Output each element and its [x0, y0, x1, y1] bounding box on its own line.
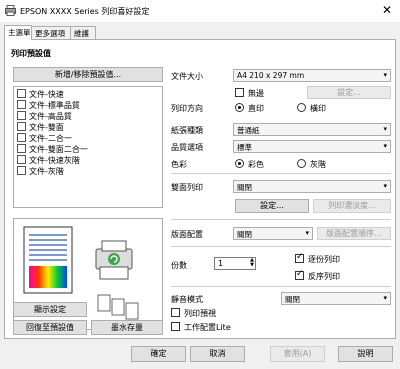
quality-label: 品質選項: [171, 143, 203, 152]
list-item[interactable]: 文件-二合一: [17, 133, 72, 144]
tab-main[interactable]: 主選單: [4, 25, 32, 40]
layout-order-button[interactable]: 版面配置順序...: [317, 227, 391, 240]
list-item[interactable]: 文件-高品質: [17, 111, 72, 122]
duplex-settings-button[interactable]: 設定...: [235, 199, 309, 213]
document-icon: [17, 111, 26, 120]
document-icon: [17, 155, 26, 164]
document-icon: [17, 100, 26, 109]
apply-button[interactable]: 套用(A): [270, 346, 325, 362]
collate-checkbox[interactable]: [295, 252, 304, 263]
grayscale-radio[interactable]: [297, 159, 306, 168]
divider: [171, 246, 391, 247]
reverse-order-label: 反序列印: [308, 272, 340, 281]
two-up-duplex-document-icon: [17, 144, 26, 153]
duplex-document-icon: [17, 122, 26, 131]
portrait-label: 直印: [248, 104, 264, 113]
spinner-arrows-icon[interactable]: ▲ ▼: [250, 258, 254, 268]
show-settings-button[interactable]: 顯示設定: [13, 302, 87, 317]
chevron-down-icon: ▾: [383, 71, 387, 79]
window-title: EPSON XXXX Series 列印喜好設定: [20, 7, 150, 16]
list-item[interactable]: 文件-快速: [17, 89, 64, 100]
job-arranger-checkbox[interactable]: [171, 322, 180, 331]
borderless-label: 無邊: [248, 89, 264, 98]
cancel-button[interactable]: 取消: [190, 346, 245, 362]
paper-type-select[interactable]: 普通紙 ▾: [233, 123, 391, 136]
printer-app-icon: [5, 5, 16, 16]
color-label: 色彩: [171, 160, 187, 169]
ink-levels-button[interactable]: 墨水存量: [91, 320, 163, 335]
print-preview-label: 列印預視: [184, 309, 216, 318]
print-density-button[interactable]: 列印濃淡度...: [313, 199, 391, 213]
divider: [171, 173, 391, 174]
chevron-down-icon: ▾: [383, 142, 387, 150]
restore-defaults-button[interactable]: 回復至預設值: [13, 320, 87, 335]
help-button[interactable]: 說明: [338, 346, 393, 362]
print-preview-checkbox[interactable]: [171, 308, 180, 317]
grayscale-option-label: 灰階: [310, 160, 326, 169]
list-item[interactable]: 文件-快速灰階: [17, 155, 80, 166]
paper-size-label: 文件大小: [171, 72, 203, 81]
layout-select[interactable]: 關閉 ▾: [233, 227, 313, 240]
divider: [171, 219, 391, 220]
layout-label: 版面配置: [171, 230, 203, 239]
list-item[interactable]: 文件-雙面二合一: [17, 144, 88, 155]
list-item[interactable]: 文件-灰階: [17, 166, 64, 177]
borderless-settings-button[interactable]: 設定...: [307, 86, 391, 99]
landscape-label: 橫印: [310, 104, 326, 113]
paper-type-label: 紙張種類: [171, 126, 203, 135]
quiet-mode-select[interactable]: 關閉 ▾: [281, 292, 391, 305]
chevron-down-icon: ▾: [383, 125, 387, 133]
main-panel: 列印預設值 新增/移除預設值... 文件-快速 文件-標準品質 文件-高品質 文…: [4, 39, 396, 339]
divider: [171, 286, 391, 287]
portrait-radio[interactable]: [235, 103, 244, 112]
color-option-label: 彩色: [248, 160, 264, 169]
duplex-label: 雙面列印: [171, 183, 203, 192]
document-icon: [17, 166, 26, 175]
chevron-down-icon: ▾: [383, 182, 387, 190]
preset-list[interactable]: 文件-快速 文件-標準品質 文件-高品質 文件-雙面 文件-二合一 文件-雙面二…: [13, 86, 163, 208]
tab-maintenance[interactable]: 維護: [70, 26, 96, 39]
tab-more-options[interactable]: 更多選項: [31, 26, 71, 39]
title-bar: EPSON XXXX Series 列印喜好設定 ✕: [0, 0, 400, 22]
copies-label: 份數: [171, 261, 187, 270]
list-item[interactable]: 文件-標準品質: [17, 100, 80, 111]
paper-size-select[interactable]: A4 210 x 297 mm ▾: [233, 69, 391, 82]
quality-select[interactable]: 標準 ▾: [233, 140, 391, 153]
collate-label: 逐份列印: [308, 255, 340, 264]
color-radio[interactable]: [235, 159, 244, 168]
chevron-down-icon: ▾: [305, 229, 309, 237]
copies-input[interactable]: 1 ▲ ▼: [214, 257, 256, 270]
preset-header: 列印預設值: [11, 49, 51, 58]
chevron-down-icon: ▾: [383, 294, 387, 302]
close-icon[interactable]: ✕: [382, 3, 392, 17]
document-icon: [17, 89, 26, 98]
orientation-label: 列印方向: [171, 104, 203, 113]
ok-button[interactable]: 確定: [131, 346, 186, 362]
borderless-checkbox[interactable]: [235, 88, 244, 97]
two-up-document-icon: [17, 133, 26, 142]
reverse-order-checkbox[interactable]: [295, 269, 304, 280]
add-remove-preset-button[interactable]: 新增/移除預設值...: [13, 67, 163, 82]
list-item[interactable]: 文件-雙面: [17, 122, 64, 133]
job-arranger-label: 工作配置Lite: [184, 323, 231, 332]
quiet-mode-label: 靜音模式: [171, 295, 203, 304]
landscape-radio[interactable]: [297, 103, 306, 112]
duplex-select[interactable]: 關閉 ▾: [233, 180, 391, 193]
